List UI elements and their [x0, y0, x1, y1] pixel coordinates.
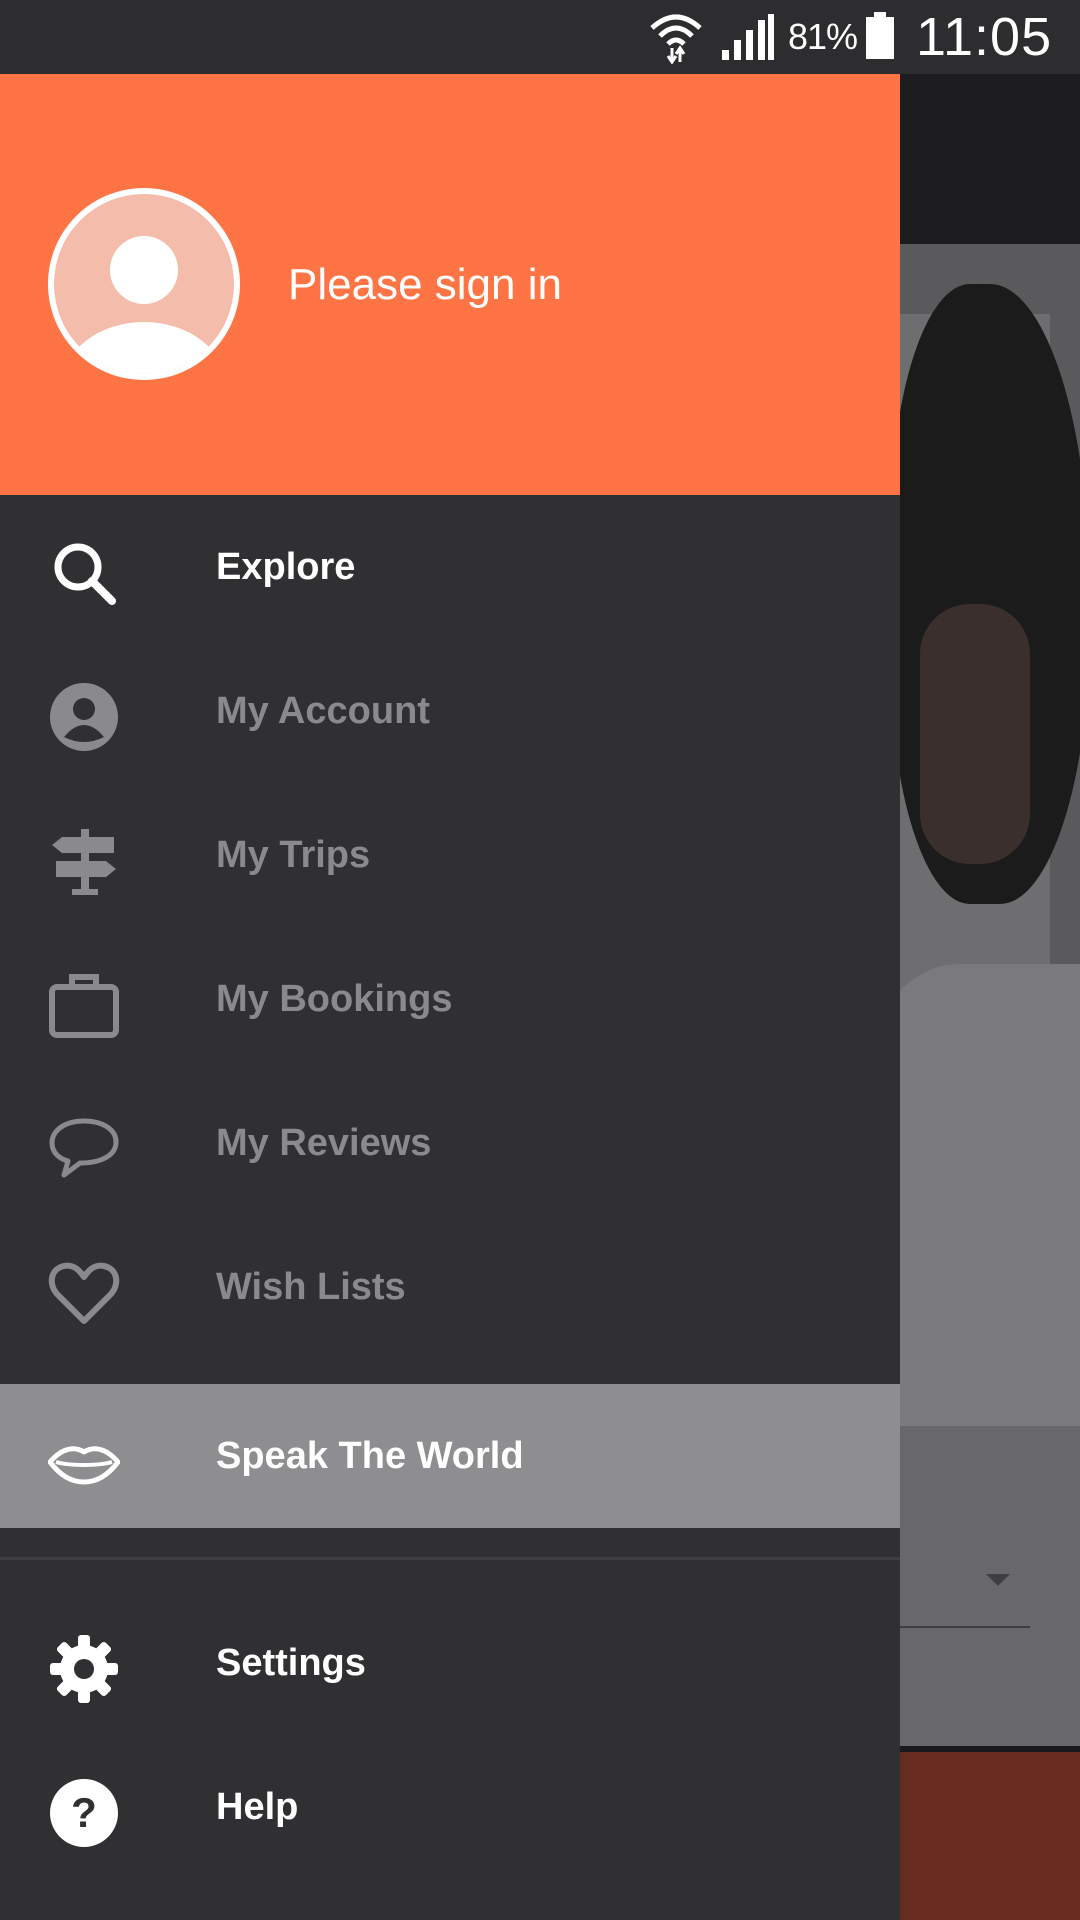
background-form: [880, 1426, 1080, 1746]
help-icon: ?: [48, 1777, 120, 1849]
menu-item-my-account[interactable]: My Account: [0, 639, 900, 783]
navigation-drawer: Please sign in Explore My Account My Tri…: [0, 74, 900, 1920]
heart-icon: [48, 1257, 120, 1329]
signpost-icon: [48, 825, 120, 897]
background-cta: [880, 1752, 1080, 1920]
signal-icon: [720, 12, 776, 67]
battery-icon: [864, 12, 896, 65]
menu-item-help[interactable]: ? Help: [0, 1735, 900, 1879]
menu-item-label: Help: [216, 1786, 299, 1828]
menu-item-my-trips[interactable]: My Trips: [0, 783, 900, 927]
drawer-header[interactable]: Please sign in: [0, 74, 900, 495]
menu-item-wish-lists[interactable]: Wish Lists: [0, 1215, 900, 1359]
user-avatar-icon[interactable]: [48, 188, 240, 380]
wifi-icon: [648, 8, 704, 69]
status-bar: 81% 11:05: [0, 0, 1080, 74]
clock: 11:05: [916, 7, 1053, 67]
gear-icon: [48, 1633, 120, 1705]
menu-item-label: Explore: [216, 546, 356, 588]
menu-item-label: My Bookings: [216, 978, 453, 1020]
menu-item-settings[interactable]: Settings: [0, 1591, 900, 1735]
svg-text:?: ?: [71, 1789, 97, 1836]
menu-item-label: My Trips: [216, 834, 371, 876]
search-icon: [48, 537, 120, 609]
battery-percent: 81%: [788, 16, 858, 57]
sign-in-link[interactable]: Please sign in: [288, 260, 562, 310]
drawer-divider: [0, 1557, 900, 1560]
dropdown-caret-icon: [986, 1574, 1010, 1586]
menu-item-speak-the-world[interactable]: Speak The World: [0, 1384, 900, 1528]
menu-item-label: Speak The World: [216, 1435, 524, 1477]
menu-item-label: My Account: [216, 690, 430, 732]
menu-item-my-bookings[interactable]: My Bookings: [0, 927, 900, 1071]
background-photo: [880, 244, 1080, 1426]
menu-item-label: Settings: [216, 1642, 366, 1684]
menu-item-explore[interactable]: Explore: [0, 495, 900, 639]
menu-item-label: My Reviews: [216, 1122, 432, 1164]
account-circle-icon: [48, 681, 120, 753]
menu-item-label: Wish Lists: [216, 1266, 406, 1308]
lips-icon: [47, 1426, 121, 1498]
briefcase-icon: [48, 969, 120, 1041]
speech-bubble-icon: [48, 1113, 120, 1185]
menu-item-my-reviews[interactable]: My Reviews: [0, 1071, 900, 1215]
